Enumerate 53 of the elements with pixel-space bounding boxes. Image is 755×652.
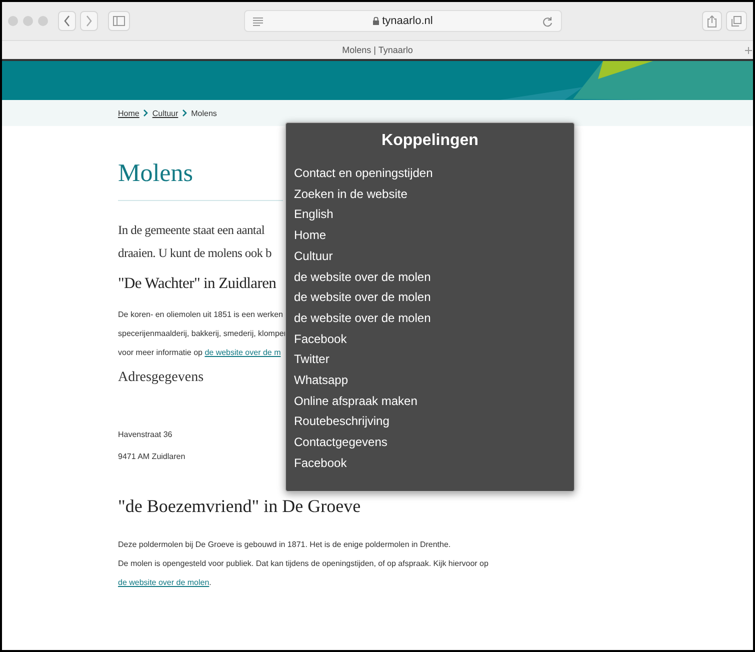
chevron-left-icon [63, 15, 71, 27]
address-bar[interactable]: tynaarlo.nl [244, 10, 562, 32]
sidebar-button[interactable] [108, 11, 130, 31]
share-icon [707, 14, 717, 28]
lock-icon [373, 17, 380, 25]
body-text: Havenstraat 36 [118, 429, 172, 441]
popup-link-item[interactable]: de website over de molen [294, 287, 431, 308]
popup-link-item[interactable]: Zoeken in de website [294, 184, 408, 204]
popup-title: Koppelingen [382, 131, 478, 151]
browser-tab[interactable]: Molens | Tynaarlo [342, 45, 413, 55]
chevron-right-icon [85, 15, 93, 27]
popup-link-item[interactable]: Facebook [294, 328, 347, 350]
text-link[interactable]: de website over de m [204, 348, 281, 357]
popup-link-item[interactable]: Routebeschrijving [294, 411, 390, 432]
back-button[interactable] [58, 11, 76, 31]
forward-button[interactable] [80, 11, 98, 31]
intro-text: In de gemeente staat een aantal [118, 222, 265, 239]
popup-link-item[interactable]: Facebook [294, 452, 347, 474]
body-text: voor meer informatie op de website over de m [118, 347, 281, 359]
section-heading: "de Boezemvriend" in De Groeve [118, 496, 361, 517]
popup-link-item[interactable]: Online afspraak maken [294, 390, 418, 412]
section-heading: "De Wachter" in Zuidlaren [118, 275, 276, 293]
popup-link-item[interactable]: English [294, 204, 334, 226]
popup-link-item[interactable]: Home [294, 225, 326, 246]
breadcrumb-current: Molens [191, 108, 217, 118]
text-link[interactable]: de website over de molen [118, 578, 210, 587]
breadcrumb-link[interactable]: Cultuur [152, 108, 178, 118]
body-text: specerijenmaalderij, bakkerij, smederij, klomper [118, 328, 287, 340]
body-text: De molen is opengesteld voor publiek. Dat kan tijdens de openingstijden, of op afspraak. Kijk hiervoor op de website over de molen. [118, 558, 490, 589]
popup-link-item[interactable]: Contactgegevens [294, 432, 388, 453]
url-text: tynaarlo.nl [382, 15, 433, 27]
popup-link-item[interactable]: Cultuur [294, 246, 333, 267]
body-text: De koren- en oliemolen uit 1851 is een werken [118, 309, 283, 321]
intro-text: draaien. U kunt de molens ook b [118, 245, 272, 262]
chevron-icon [182, 109, 188, 117]
reader-icon[interactable] [253, 16, 263, 26]
share-button[interactable] [702, 11, 722, 31]
popup-link-item[interactable]: Twitter [294, 349, 330, 370]
popup-link-item[interactable]: Whatsapp [294, 370, 348, 391]
body-text: 9471 AM Zuidlaren [118, 451, 186, 463]
reload-icon[interactable] [542, 16, 553, 26]
popup-link-item[interactable]: de website over de molen [294, 308, 431, 329]
sidebar-icon [113, 16, 125, 26]
chevron-icon [143, 109, 148, 117]
tabs-button[interactable] [726, 11, 747, 31]
page-title: Molens [118, 160, 193, 188]
body-text: Deze poldermolen bij De Groeve is gebouwd in 1871. Het is de enige poldermolen in Drenthe. [118, 539, 451, 551]
new-tab-icon[interactable] [745, 46, 752, 54]
tabs-icon [731, 16, 742, 26]
popup-link-item[interactable]: de website over de molen [294, 266, 431, 288]
subheading: Adresgegevens [118, 370, 204, 386]
breadcrumb-link[interactable]: Home [118, 108, 140, 118]
popup-link-item[interactable]: Contact en openingstijden [294, 163, 433, 184]
